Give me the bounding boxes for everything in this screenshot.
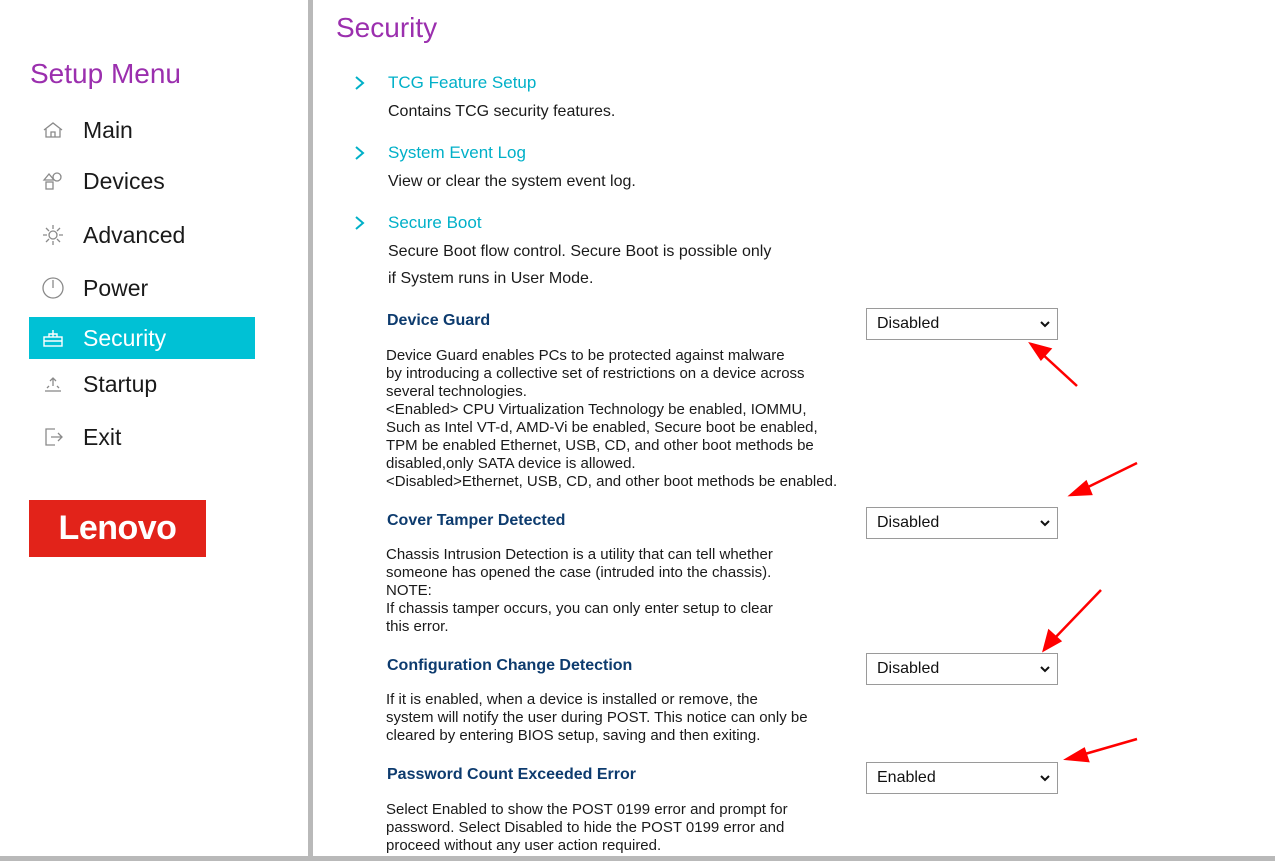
select-value: Disabled	[877, 315, 940, 332]
annotation-arrow	[1042, 589, 1102, 653]
description-line: If chassis tamper occurs, you can only e…	[386, 600, 773, 617]
select-value: Disabled	[877, 660, 940, 677]
link-description: Secure Boot flow control. Secure Boot is…	[388, 238, 828, 292]
chevron-right-icon	[355, 216, 365, 230]
page-title: Security	[336, 12, 438, 43]
setting-description-device-guard: Device Guard enables PCs to be protected…	[386, 347, 866, 491]
sidebar-item-label: Exit	[83, 423, 122, 450]
description-line: NOTE:	[386, 582, 432, 599]
annotation-arrow	[1067, 461, 1138, 497]
power-icon	[40, 275, 66, 301]
sidebar-item-power[interactable]: Power	[29, 268, 255, 308]
setting-description-configuration-change: If it is enabled, when a device is insta…	[386, 691, 866, 745]
sidebar-item-exit[interactable]: Exit	[29, 417, 255, 457]
sidebar-item-label: Main	[83, 116, 133, 143]
link-title[interactable]: Secure Boot	[388, 213, 482, 233]
chevron-down-icon	[1040, 321, 1050, 328]
annotation-arrow	[1028, 341, 1078, 387]
chevron-down-icon	[1040, 666, 1050, 673]
description-line: several technologies.	[386, 383, 527, 400]
description-line: proceed without any user action required…	[386, 837, 662, 854]
sidebar-item-label: Startup	[83, 370, 158, 397]
select-value: Disabled	[877, 514, 940, 531]
chevron-right-icon	[355, 146, 365, 160]
sidebar-item-security[interactable]: Security	[29, 317, 255, 359]
chevron-down-icon	[1040, 775, 1050, 782]
annotation-arrow	[1063, 737, 1138, 763]
setting-title-device-guard: Device Guard	[387, 312, 491, 329]
description-line: If it is enabled, when a device is insta…	[386, 691, 758, 708]
description-line: cleared by entering BIOS setup, saving a…	[386, 727, 761, 744]
security-icon	[40, 325, 66, 351]
description-line: this error.	[386, 618, 449, 635]
chevron-down-icon	[1040, 520, 1050, 527]
link-title[interactable]: System Event Log	[388, 143, 526, 163]
description-line: Select Enabled to show the POST 0199 err…	[386, 801, 788, 818]
link-description: View or clear the system event log.	[388, 173, 636, 190]
description-line: password. Select Disabled to hide the PO…	[386, 819, 785, 836]
description-line: disabled,only SATA device is allowed.	[386, 455, 636, 472]
setting-title-configuration-change: Configuration Change Detection	[387, 657, 633, 674]
setting-title-password-count-exceeded: Password Count Exceeded Error	[387, 766, 636, 783]
sidebar-item-main[interactable]: Main	[29, 110, 255, 150]
sidebar-item-label: Security	[83, 324, 167, 351]
setting-description-password-count-exceeded: Select Enabled to show the POST 0199 err…	[386, 801, 866, 855]
bottom-border	[0, 856, 1275, 861]
description-line: Such as Intel VT-d, AMD-Vi be enabled, S…	[386, 419, 818, 436]
description-line: Secure Boot flow control. Secure Boot is…	[388, 243, 772, 260]
exit-icon	[40, 424, 66, 450]
description-line: Chassis Intrusion Detection is a utility…	[386, 546, 773, 563]
password-count-exceeded-select[interactable]: Enabled	[866, 762, 1058, 794]
sidebar-item-devices[interactable]: Devices	[29, 161, 255, 201]
description-line: Device Guard enables PCs to be protected…	[386, 347, 785, 364]
description-line: <Disabled>Ethernet, USB, CD, and other b…	[386, 473, 838, 490]
select-value: Enabled	[877, 769, 936, 786]
setup-menu-title: Setup Menu	[30, 58, 181, 89]
cover-tamper-select[interactable]: Disabled	[866, 507, 1058, 539]
configuration-change-select[interactable]: Disabled	[866, 653, 1058, 685]
setting-description-cover-tamper: Chassis Intrusion Detection is a utility…	[386, 546, 866, 636]
device-guard-select[interactable]: Disabled	[866, 308, 1058, 340]
sidebar-item-label: Devices	[83, 167, 165, 194]
devices-icon	[40, 168, 66, 194]
link-title[interactable]: TCG Feature Setup	[388, 73, 536, 93]
link-description: Contains TCG security features.	[388, 103, 616, 120]
description-line: someone has opened the case (intruded in…	[386, 564, 772, 581]
sidebar-item-advanced[interactable]: Advanced	[29, 215, 255, 255]
description-line: by introducing a collective set of restr…	[386, 365, 805, 382]
sidebar-item-label: Advanced	[83, 221, 186, 248]
description-line: TPM be enabled Ethernet, USB, CD, and ot…	[386, 437, 814, 454]
home-icon	[40, 117, 66, 143]
sidebar-item-startup[interactable]: Startup	[29, 364, 255, 404]
description-line: if System runs in User Mode.	[388, 270, 594, 287]
setting-title-cover-tamper: Cover Tamper Detected	[387, 512, 566, 529]
sidebar-divider	[308, 0, 313, 861]
sidebar-item-label: Power	[83, 274, 149, 301]
lenovo-logo: Lenovo	[29, 500, 206, 557]
description-line: system will notify the user during POST.…	[386, 709, 808, 726]
description-line: <Enabled> CPU Virtualization Technology …	[386, 401, 807, 418]
sidebar: Setup Menu Main Devices Advanced Power S…	[0, 0, 308, 861]
startup-icon	[40, 371, 66, 397]
chevron-right-icon	[355, 76, 365, 90]
advanced-icon	[40, 222, 66, 248]
